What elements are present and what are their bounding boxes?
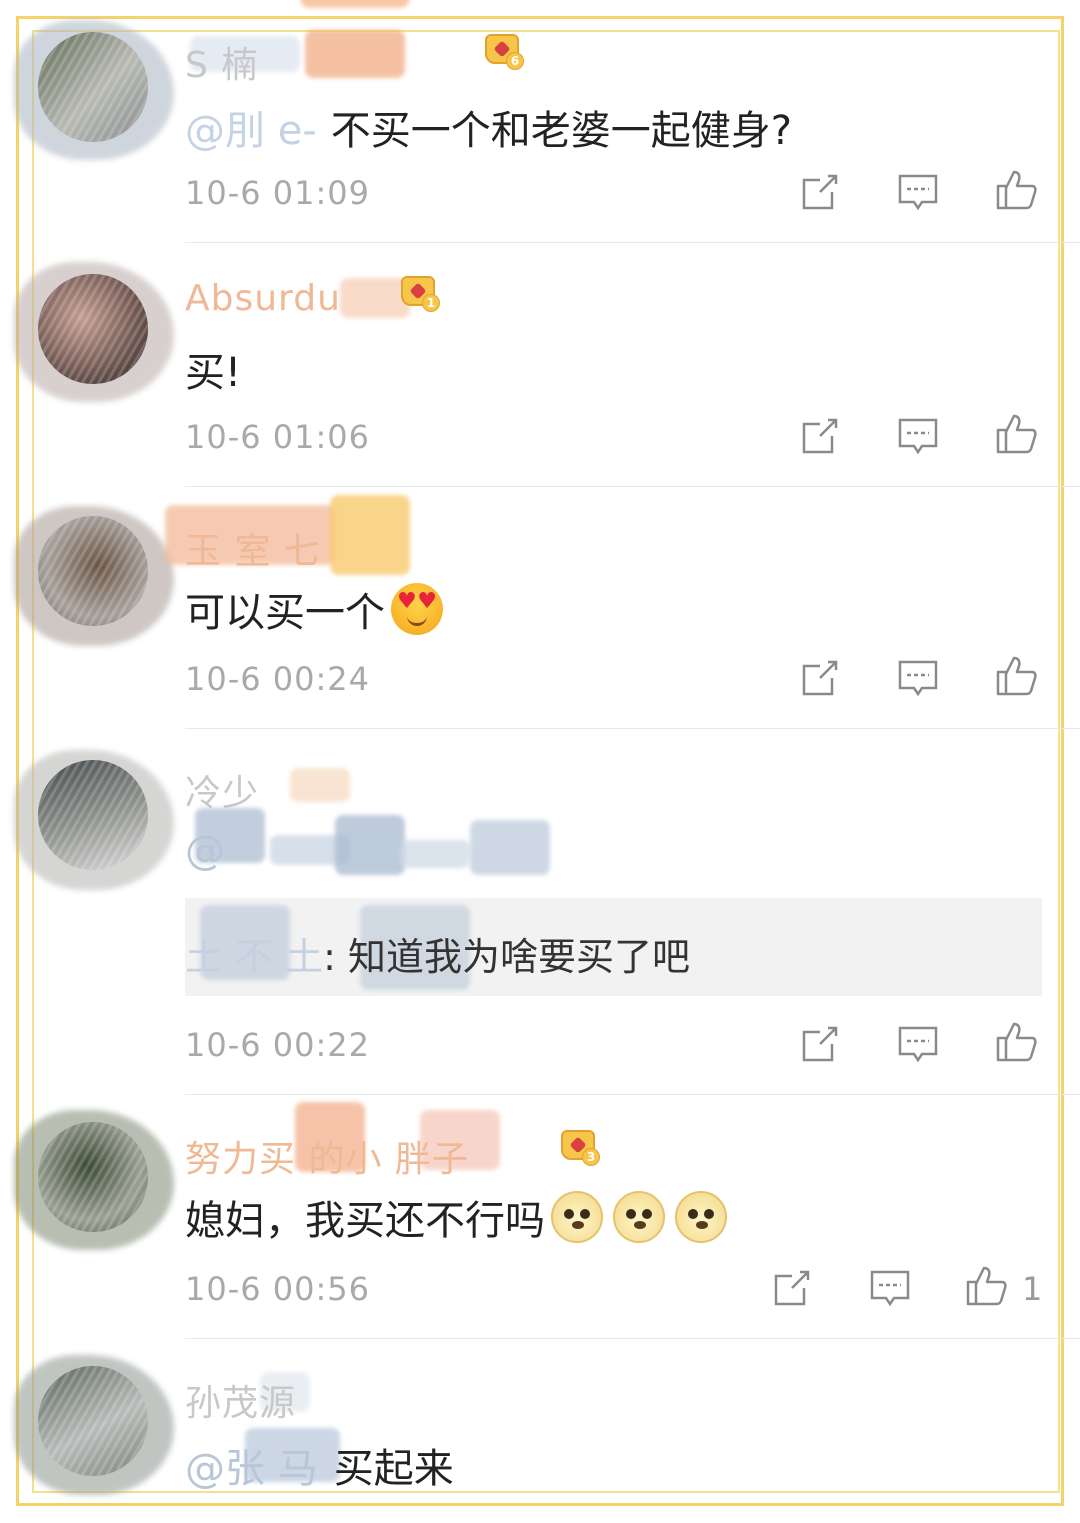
comment-text: 买! [185,350,242,396]
mention-link[interactable]: @ [185,828,225,874]
commenter-name[interactable]: S 楠 [185,36,258,88]
comment-icon [870,1270,910,1307]
like-button[interactable] [994,168,1038,212]
comment-text: 媳妇，我买还不行吗 [185,1188,727,1246]
timestamp: 10-6 00:24 [185,660,371,698]
comment-icon [898,1026,938,1063]
comment-body: 可以买一个 [185,590,385,636]
avatar[interactable] [38,32,148,142]
avatar[interactable] [38,1122,148,1232]
thumbs-up-icon [966,1266,1007,1306]
timestamp: 10-6 00:56 [185,1270,371,1308]
like-button[interactable] [994,1020,1038,1064]
quoted-username[interactable]: 土 不 土 [185,935,323,979]
commenter-name[interactable]: 孙茂源 [185,1374,296,1426]
share-button[interactable] [798,656,842,700]
thumbs-up-icon [996,1022,1037,1062]
divider [185,242,1080,243]
reply-button[interactable] [868,1266,912,1310]
reply-button[interactable] [896,1022,940,1066]
reply-button[interactable] [896,656,940,700]
comment-icon [898,660,938,697]
vip-crown-badge-icon: 3 [558,1130,600,1168]
timestamp: 10-6 00:22 [185,1026,371,1064]
commenter-name[interactable]: 努力买 的小 胖子 [185,1130,469,1182]
avatar[interactable] [38,516,148,626]
comment-icon [898,418,938,455]
quoted-content: : 知道我为啥要买了吧 [323,935,691,979]
divider [185,486,1080,487]
comment-body: 媳妇，我买还不行吗 [185,1198,545,1244]
comment-text: @刖 e- 不买一个和老婆一起健身? [185,98,792,156]
avatar[interactable] [38,274,148,384]
share-button[interactable] [770,1266,814,1310]
reply-button[interactable] [896,170,940,214]
doge-emoji-icon [551,1191,603,1243]
doge-emoji-icon [675,1191,727,1243]
share-icon [802,174,838,210]
avatar[interactable] [38,760,148,870]
comment-body: 不买一个和老婆一起健身? [330,108,792,154]
thumbs-up-icon [996,414,1037,454]
mention-link[interactable]: @刖 e- [185,98,317,156]
share-button[interactable] [798,170,842,214]
vip-crown-badge-icon: 6 [482,34,524,72]
share-button[interactable] [798,1022,842,1066]
divider [185,1338,1080,1339]
avatar[interactable] [38,1366,148,1476]
share-icon [802,418,838,454]
quoted-text: 土 不 土: 知道我为啥要买了吧 [185,926,690,981]
heart-eyes-emoji-icon [391,583,443,635]
share-button[interactable] [798,414,842,458]
reply-button[interactable] [896,414,940,458]
like-count: 1 [1022,1270,1043,1308]
doge-emoji-icon [613,1191,665,1243]
like-button[interactable] [994,412,1038,456]
comment-icon [898,174,938,211]
comment-text: 可以买一个 [185,580,443,638]
timestamp: 10-6 01:09 [185,174,371,212]
like-button[interactable] [964,1264,1008,1308]
vip-crown-badge-icon: 1 [398,276,440,314]
commenter-name[interactable]: 玉 室 七 [185,522,321,574]
thumbs-up-icon [996,656,1037,696]
divider [185,1094,1080,1095]
comment-text: @张 马 买起来 [185,1436,454,1494]
thumbs-up-icon [996,170,1037,210]
like-button[interactable] [994,654,1038,698]
commenter-name[interactable]: Absurdu [185,278,341,319]
timestamp: 10-6 01:06 [185,418,371,456]
comment-body: 买起来 [333,1446,454,1492]
divider [185,728,1080,729]
top-blur [300,0,410,8]
share-icon [802,1026,838,1062]
share-icon [774,1270,810,1306]
mention-link[interactable]: @张 马 [185,1436,318,1494]
share-icon [802,660,838,696]
